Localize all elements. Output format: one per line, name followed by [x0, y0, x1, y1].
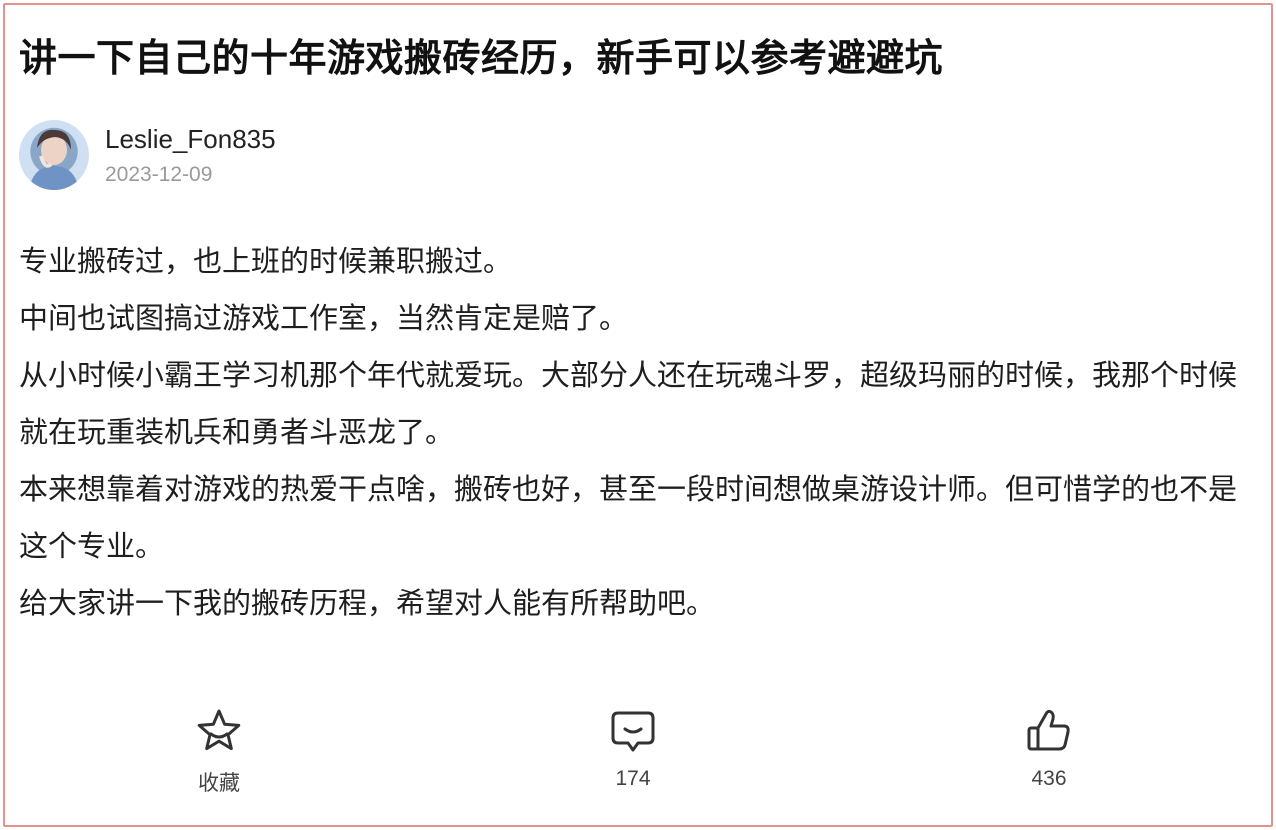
paragraph: 中间也试图搞过游戏工作室，当然肯定是赔了。	[19, 301, 629, 335]
thumbs-up-icon	[1023, 705, 1075, 757]
avatar-icon	[29, 129, 79, 190]
post-date: 2023-12-09	[105, 162, 213, 186]
like-button[interactable]: 436	[989, 705, 1109, 791]
paragraph: 本来想靠着对游戏的热爱干点啥，搬砖也好，甚至一段时间想做桌游设计师。但可惜学的也…	[19, 472, 1238, 563]
comment-icon	[607, 705, 659, 757]
action-bar: 收藏 174 436	[5, 705, 1275, 805]
paragraph: 从小时候小霸王学习机那个年代就爱玩。大部分人还在玩魂斗罗，超级玛丽的时候，我那个…	[19, 358, 1238, 449]
post-card: 讲一下自己的十年游戏搬砖经历，新手可以参考避避坑 Leslie_Fon835 2…	[3, 3, 1273, 827]
post-body: 专业搬砖过，也上班的时候兼职搬过。 中间也试图搞过游戏工作室，当然肯定是赔了。 …	[19, 233, 1264, 632]
favorite-label: 收藏	[198, 772, 240, 795]
author-meta: Leslie_Fon835 2023-12-09	[105, 124, 276, 187]
author-block: Leslie_Fon835 2023-12-09	[19, 117, 276, 193]
paragraph: 给大家讲一下我的搬砖历程，希望对人能有所帮助吧。	[19, 586, 716, 620]
star-icon	[193, 705, 245, 757]
post-title: 讲一下自己的十年游戏搬砖经历，新手可以参考避避坑	[19, 36, 944, 80]
paragraph: 专业搬砖过，也上班的时候兼职搬过。	[19, 244, 513, 278]
author-name[interactable]: Leslie_Fon835	[105, 124, 276, 155]
comment-count: 174	[615, 767, 651, 790]
like-count: 436	[1031, 767, 1067, 790]
favorite-button[interactable]: 收藏	[159, 705, 279, 797]
avatar[interactable]	[19, 120, 89, 190]
comment-button[interactable]: 174	[573, 705, 693, 791]
